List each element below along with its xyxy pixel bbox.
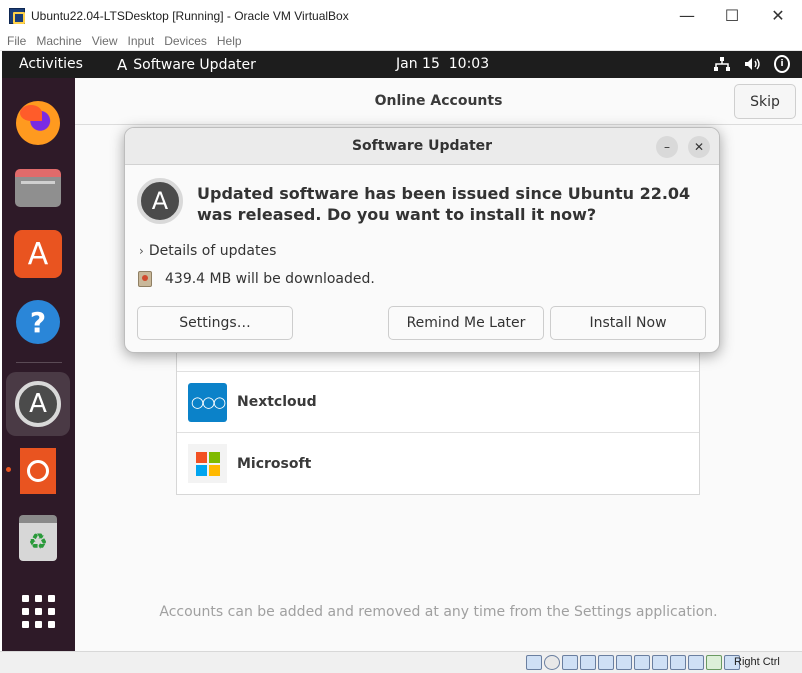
provider-list: ○○○ Nextcloud Microsoft [176, 332, 700, 495]
dialog-title: Software Updater [351, 138, 493, 154]
skip-button[interactable]: Skip [734, 84, 796, 119]
download-size: 439.4 MB will be downloaded. [138, 271, 375, 287]
clock[interactable]: Jan 15 10:03 [396, 56, 489, 72]
online-accounts-header: Online Accounts Skip [75, 78, 802, 125]
host-titlebar: Ubuntu22.04-LTSDesktop [Running] - Oracl… [0, 0, 802, 31]
nextcloud-icon: ○○○ [188, 382, 227, 422]
guest-screen: Activities A Software Updater Jan 15 10:… [2, 51, 802, 651]
dock-files[interactable] [6, 156, 70, 220]
menu-input[interactable]: Input [128, 34, 155, 48]
menu-machine[interactable]: Machine [36, 34, 81, 48]
show-apps-icon [21, 594, 55, 628]
files-icon [15, 169, 61, 207]
dock-separator [16, 362, 62, 363]
footer-hint: Accounts can be added and removed at any… [159, 604, 718, 620]
host-maximize-button[interactable]: ☐ [709, 0, 755, 31]
dock: A ? A ♻ [2, 78, 75, 651]
host-menubar: File Machine View Input Devices Help [0, 31, 802, 51]
menu-devices[interactable]: Devices [164, 34, 207, 48]
dialog-close-button[interactable]: ✕ [688, 136, 710, 158]
details-expander[interactable]: › Details of updates [139, 243, 276, 259]
host-key-label: Right Ctrl [734, 656, 780, 668]
dock-show-apps[interactable] [6, 579, 70, 643]
dialog-message: Updated software has been issued since U… [197, 184, 691, 224]
menu-help[interactable]: Help [217, 34, 242, 48]
status-icons [526, 655, 740, 670]
page-title: Online Accounts [374, 93, 503, 109]
dock-trash[interactable]: ♻ [6, 506, 70, 570]
cpu-icon[interactable] [670, 655, 686, 670]
trash-icon: ♻ [19, 515, 57, 561]
install-now-button[interactable]: Install Now [550, 306, 706, 340]
software-updater-icon: A [15, 381, 61, 427]
list-item[interactable]: Microsoft [177, 433, 699, 494]
mouse-integration-icon[interactable] [688, 655, 704, 670]
gnome-top-bar: Activities A Software Updater Jan 15 10:… [2, 51, 802, 78]
network-icon [714, 57, 730, 71]
clock-time: 10:03 [448, 56, 490, 72]
audio-icon[interactable] [562, 655, 578, 670]
dock-software-updater[interactable]: A [6, 372, 70, 436]
volume-icon [745, 58, 760, 70]
download-size-label: 439.4 MB will be downloaded. [165, 271, 375, 287]
clock-date: Jan 15 [396, 56, 440, 72]
package-icon [138, 271, 152, 287]
microsoft-icon [188, 444, 227, 483]
help-icon: ? [16, 300, 60, 344]
software-updater-icon: A [117, 56, 128, 74]
system-tray[interactable]: i [714, 55, 790, 73]
usb-icon[interactable] [598, 655, 614, 670]
app-center-icon: A [14, 230, 62, 278]
optical-drive-icon[interactable] [544, 655, 560, 670]
dock-app-center[interactable]: A [6, 222, 70, 286]
host-close-button[interactable]: ✕ [755, 0, 801, 31]
list-item[interactable]: ○○○ Nextcloud [177, 372, 699, 433]
app-menu[interactable]: A Software Updater [117, 56, 256, 74]
software-updater-dialog: Software Updater – ✕ A Updated software … [124, 127, 720, 353]
menu-view[interactable]: View [92, 34, 118, 48]
host-statusbar: Right Ctrl [0, 651, 802, 673]
network-icon[interactable] [580, 655, 596, 670]
shared-folders-icon[interactable] [616, 655, 632, 670]
virtualbox-icon [9, 7, 25, 24]
ubuntu-icon [20, 448, 56, 494]
remind-me-later-button[interactable]: Remind Me Later [388, 306, 544, 340]
software-updater-icon: A [137, 178, 183, 224]
dock-ubuntu[interactable] [6, 439, 70, 503]
app-menu-label: Software Updater [133, 57, 256, 73]
dock-firefox[interactable] [6, 91, 70, 155]
accessibility-icon: i [774, 55, 790, 73]
dock-help[interactable]: ? [6, 290, 70, 354]
hard-disk-icon[interactable] [526, 655, 542, 670]
activities-button[interactable]: Activities [19, 56, 83, 72]
chevron-right-icon: › [139, 244, 144, 258]
provider-label: Nextcloud [237, 394, 317, 410]
details-label: Details of updates [148, 243, 277, 259]
dialog-minimize-button[interactable]: – [656, 136, 678, 158]
guest-additions-icon[interactable] [706, 655, 722, 670]
settings-button[interactable]: Settings… [137, 306, 293, 340]
host-window-title: Ubuntu22.04-LTSDesktop [Running] - Oracl… [31, 8, 349, 23]
recording-icon[interactable] [652, 655, 668, 670]
display-icon[interactable] [634, 655, 650, 670]
provider-label: Microsoft [237, 455, 312, 472]
firefox-icon [16, 101, 60, 145]
host-minimize-button[interactable]: — [664, 0, 710, 31]
menu-file[interactable]: File [7, 34, 26, 48]
dialog-header: Software Updater – ✕ [125, 128, 719, 165]
